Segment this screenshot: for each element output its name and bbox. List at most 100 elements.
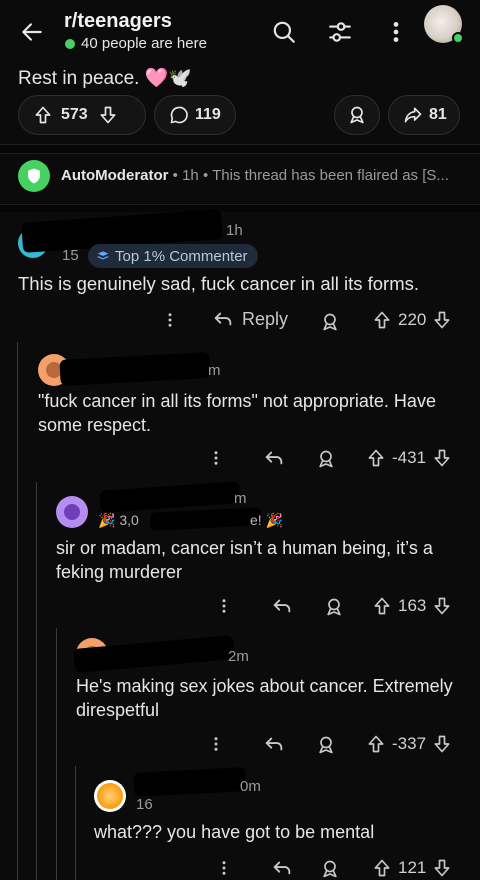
reply-arrow-icon [265, 737, 283, 751]
automod-meta: • 1h • This thread has been flaired as [… [168, 167, 449, 184]
comment-text: He's making sex jokes about cancer. Extr… [76, 676, 453, 720]
avatar[interactable] [94, 780, 126, 812]
search-button[interactable] [266, 14, 302, 50]
arrow-up-icon[interactable] [366, 734, 386, 754]
award-icon [323, 313, 337, 331]
upvote-downvote-pill: 573 [18, 95, 146, 135]
back-button[interactable] [14, 14, 50, 50]
comment-bubble-icon [170, 106, 188, 124]
award-button[interactable] [314, 447, 338, 471]
comment-text: "fuck cancer in all its forms" not appro… [38, 391, 436, 435]
award-button[interactable] [318, 857, 342, 880]
overflow-menu-button[interactable] [378, 14, 414, 50]
award-icon [327, 598, 341, 616]
automod-shield-icon [18, 160, 50, 192]
user-avatar[interactable] [424, 5, 464, 44]
online-dot-icon [65, 38, 75, 49]
more-options-button[interactable] [214, 856, 234, 880]
comment-text: This is genuinely sad, fuck cancer in al… [18, 273, 419, 294]
top-commenter-badge: Top 1% Commenter [88, 244, 258, 268]
reply-button[interactable]: Reply [212, 308, 288, 330]
comment-vote: 121 [372, 858, 452, 878]
subreddit-name[interactable]: r/teenagers [64, 10, 172, 33]
downvote-button[interactable] [98, 105, 118, 125]
award-icon [319, 736, 333, 754]
comment-score: -431 [392, 448, 427, 467]
arrow-down-icon[interactable] [432, 310, 452, 330]
comment-4: 2m He's making sex jokes about cancer. E… [0, 628, 480, 766]
award-icon [350, 106, 364, 124]
reply-button[interactable] [262, 732, 286, 756]
award-icon [319, 450, 333, 468]
comments-button[interactable]: 119 [154, 95, 236, 135]
arrow-up-icon[interactable] [372, 858, 392, 878]
more-options-button[interactable] [206, 732, 226, 756]
post-vote-count: 573 [61, 106, 88, 123]
more-vertical-icon [214, 451, 218, 465]
comment-2: m "fuck cancer in all its forms" not app… [0, 342, 480, 482]
avatar[interactable] [56, 496, 88, 528]
comment-time: 0m [240, 778, 261, 795]
share-button[interactable]: 81 [388, 95, 460, 135]
award-button[interactable] [318, 310, 342, 334]
reply-button[interactable] [262, 446, 286, 470]
award-button[interactable] [322, 595, 346, 619]
post-body-text: Rest in peace. 🩷🕊️ [18, 68, 193, 89]
filter-button[interactable] [322, 14, 358, 50]
automod-comment[interactable]: AutoModerator • 1h • This thread has bee… [0, 156, 480, 200]
comment-vote: 220 [372, 310, 452, 330]
automod-username[interactable]: AutoModerator [61, 167, 169, 184]
online-indicator: 40 people are here [65, 35, 207, 52]
redacted-username [99, 481, 241, 513]
section-divider-2 [0, 204, 480, 212]
arrow-up-icon[interactable] [372, 310, 392, 330]
comment-score: 220 [398, 310, 427, 329]
comment-time: m [208, 362, 221, 379]
share-icon [404, 107, 422, 123]
karma-count: 16 [136, 796, 153, 813]
arrow-down-icon[interactable] [432, 858, 452, 878]
reply-arrow-icon [214, 312, 232, 326]
share-count: 81 [429, 106, 447, 123]
comment-vote: -431 [366, 448, 452, 468]
arrow-down-icon[interactable] [432, 734, 452, 754]
comment-score: 163 [398, 596, 427, 615]
reply-button[interactable] [270, 594, 294, 618]
achievement-badge-end: e! 🎉 [250, 512, 283, 528]
comment-score: -337 [392, 734, 427, 753]
arrow-up-icon[interactable] [372, 596, 392, 616]
search-icon [273, 21, 295, 43]
redacted-username [59, 352, 211, 386]
redacted-username [133, 767, 247, 797]
header: r/teenagers 40 people are here [0, 0, 480, 62]
arrow-left-icon [22, 23, 42, 41]
arrow-down-icon [100, 106, 116, 124]
more-vertical-icon [393, 22, 399, 42]
comment-vote: -337 [366, 734, 452, 754]
award-icon [323, 860, 337, 878]
redacted-badge [149, 507, 263, 531]
arrow-down-icon[interactable] [432, 448, 452, 468]
reply-button[interactable] [270, 856, 294, 880]
comment-1: 1h 15 Top 1% Commenter This is genuinely… [0, 209, 480, 338]
more-vertical-icon [214, 737, 218, 751]
more-vertical-icon [222, 861, 226, 875]
award-button[interactable] [334, 95, 380, 135]
upvote-button[interactable] [33, 105, 53, 125]
section-divider [0, 144, 480, 154]
reply-arrow-icon [273, 599, 291, 613]
arrow-up-icon [35, 106, 51, 124]
arrow-down-icon[interactable] [432, 596, 452, 616]
award-button[interactable] [314, 733, 338, 757]
comment-time: m [234, 490, 247, 507]
reply-arrow-icon [273, 861, 291, 875]
arrow-up-icon[interactable] [366, 448, 386, 468]
comment-count: 119 [195, 106, 221, 123]
comment-time: 2m [228, 648, 249, 665]
more-vertical-icon [168, 313, 172, 327]
more-options-button[interactable] [206, 446, 226, 470]
comment-5: 0m 16 what??? you have got to be mental … [0, 766, 480, 880]
more-options-button[interactable] [214, 594, 234, 618]
online-count: 40 people are here [81, 35, 207, 52]
more-options-button[interactable] [160, 308, 180, 332]
